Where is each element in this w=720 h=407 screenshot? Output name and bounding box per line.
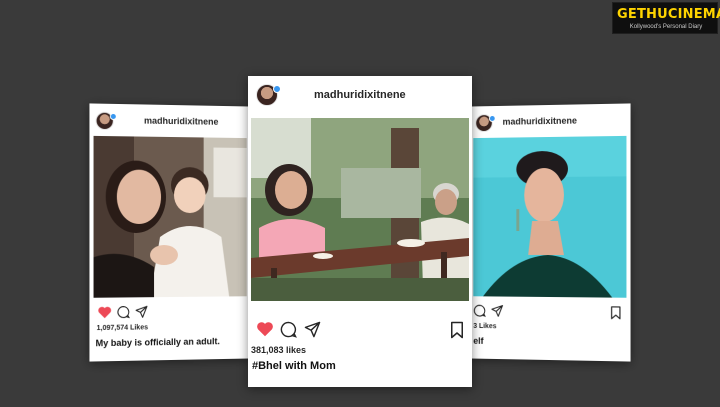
- post-photo[interactable]: [473, 135, 627, 298]
- post-caption: My baby is officially an adult.: [95, 336, 220, 349]
- post-photo[interactable]: [251, 118, 469, 301]
- gethucinema-logo: GETHUCINEMA Kollywood's Personal Diary: [612, 2, 720, 34]
- photo-mother-and-baby: [93, 135, 247, 298]
- post-caption: #Bhel with Mom: [252, 360, 336, 372]
- bookmark-icon[interactable]: [450, 321, 464, 339]
- logo-title: GETHUCINEMA: [617, 7, 720, 22]
- bookmark-icon[interactable]: [610, 306, 621, 320]
- post-photo[interactable]: [93, 135, 247, 298]
- post-caption: elf: [473, 335, 484, 346]
- share-icon[interactable]: [135, 305, 148, 318]
- likes-count: 1,097,574 Likes: [96, 324, 149, 333]
- share-icon[interactable]: [491, 304, 504, 317]
- likes-count: 381,083 likes: [251, 345, 307, 355]
- heart-icon[interactable]: [256, 321, 274, 337]
- share-icon[interactable]: [304, 321, 321, 338]
- verified-badge-icon: [273, 85, 281, 93]
- comment-icon[interactable]: [117, 305, 130, 318]
- instagram-post-center: madhuridixitnene 381,083 likes #Bhel wit…: [248, 76, 472, 387]
- verified-badge-icon: [109, 112, 117, 121]
- verified-badge-icon: [488, 114, 496, 123]
- photo-portrait: [473, 135, 627, 298]
- logo-tagline: Kollywood's Personal Diary: [629, 24, 703, 30]
- comment-icon[interactable]: [280, 321, 297, 338]
- post-username[interactable]: madhuridixitnene: [314, 89, 406, 101]
- photo-bhel-with-mom: [251, 118, 469, 301]
- comment-icon[interactable]: [473, 304, 486, 317]
- instagram-post-right: madhuridixitnene 3 Likes elf: [469, 103, 631, 362]
- likes-count: 3 Likes: [473, 322, 497, 331]
- instagram-post-left: madhuridixitnene 1,097,574 Likes My baby…: [89, 103, 251, 362]
- post-username[interactable]: madhuridixitnene: [503, 116, 577, 127]
- post-username[interactable]: madhuridixitnene: [144, 116, 218, 127]
- heart-icon[interactable]: [98, 306, 112, 319]
